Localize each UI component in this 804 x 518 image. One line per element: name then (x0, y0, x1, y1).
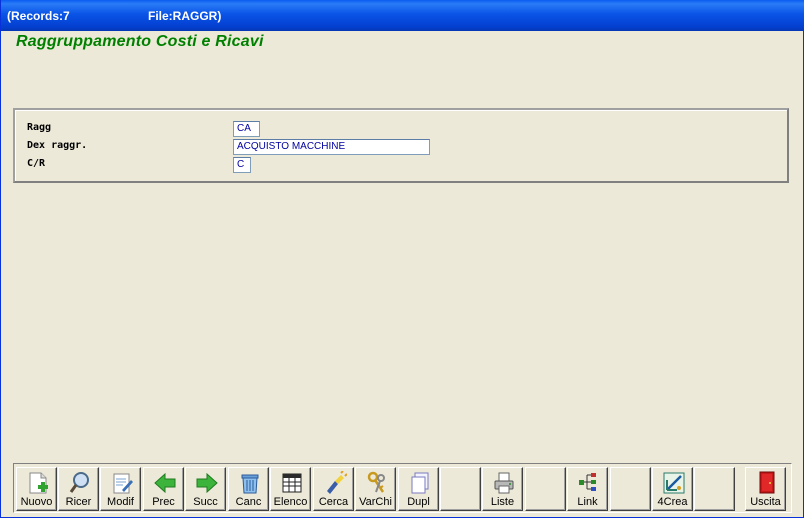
dex-raggr-field[interactable]: ACQUISTO MACCHINE (233, 139, 430, 155)
cerca-button[interactable]: Cerca (313, 467, 354, 511)
flashlight-icon (327, 471, 347, 494)
form-title: Raggruppamento Costi e Ricavi (16, 33, 264, 50)
elenco-label: Elenco (273, 496, 308, 508)
exit-door-icon (759, 471, 775, 494)
dupl-button[interactable]: Dupl (398, 467, 439, 511)
ragg-label: Ragg (27, 122, 52, 133)
empty-button-3[interactable] (610, 467, 651, 511)
table-icon (282, 473, 302, 493)
prec-button[interactable]: Prec (143, 467, 184, 511)
keys-icon (367, 471, 385, 493)
duplicate-icon (411, 472, 429, 494)
file-name: File:RAGGR) (148, 9, 222, 23)
nuovo-label: Nuovo (20, 496, 53, 508)
empty-button-4[interactable] (694, 467, 735, 511)
trash-icon (241, 474, 259, 494)
title-bar[interactable]: (Records:7 File:RAGGR) (1, 0, 804, 31)
nuovo-button[interactable]: Nuovo (16, 467, 57, 511)
uscita-button[interactable]: Uscita (745, 467, 786, 511)
new-document-icon (29, 472, 48, 494)
link-button[interactable]: Link (567, 467, 608, 511)
arrow-right-icon (196, 472, 218, 494)
tree-icon (579, 473, 596, 491)
create-tool-icon (663, 472, 685, 494)
main-window: (Records:7 File:RAGGR) Raggruppamento Co… (0, 0, 804, 518)
modif-label: Modif (107, 496, 134, 508)
empty-button-1[interactable] (440, 467, 481, 511)
link-label: Link (577, 496, 598, 508)
ricer-label: Ricer (65, 496, 92, 508)
arrow-left-icon (154, 472, 176, 494)
elenco-button[interactable]: Elenco (270, 467, 311, 511)
ricer-button[interactable]: Ricer (58, 467, 99, 511)
liste-label: Liste (490, 496, 515, 508)
modif-button[interactable]: Modif (100, 467, 141, 511)
edit-document-icon (113, 473, 133, 494)
succ-button[interactable]: Succ (185, 467, 226, 511)
canc-button[interactable]: Canc (228, 467, 269, 511)
cr-field[interactable]: C (233, 157, 251, 173)
dupl-label: Dupl (407, 496, 430, 508)
cerca-label: Cerca (318, 496, 349, 508)
empty-button-2[interactable] (525, 467, 566, 511)
cr-label: C/R (27, 158, 46, 169)
canc-label: Canc (235, 496, 262, 508)
succ-label: Succ (193, 496, 218, 508)
dex-raggr-label: Dex raggr. (27, 140, 88, 151)
prec-label: Prec (152, 496, 175, 508)
4crea-label: 4Crea (657, 496, 688, 508)
uscita-label: Uscita (750, 496, 781, 508)
magnifier-icon (69, 472, 89, 493)
records-count: (Records:7 (7, 9, 70, 23)
printer-icon (494, 472, 514, 494)
ragg-field[interactable]: CA (233, 121, 260, 137)
4crea-button[interactable]: 4Crea (652, 467, 693, 511)
varchi-label: VarChi (359, 496, 392, 508)
liste-button[interactable]: Liste (482, 467, 523, 511)
varchi-button[interactable]: VarChi (355, 467, 396, 511)
